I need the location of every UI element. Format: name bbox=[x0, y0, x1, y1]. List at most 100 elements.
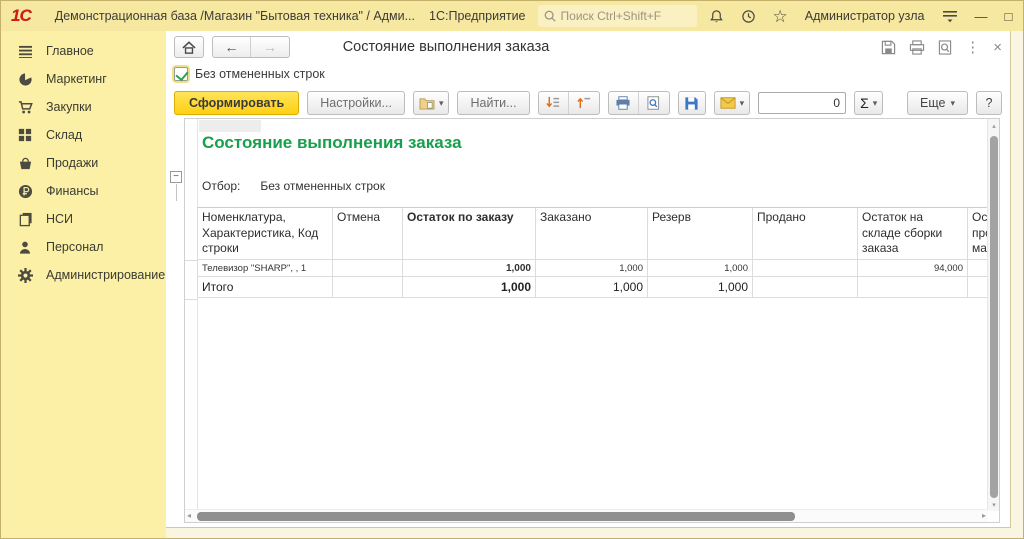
scroll-up-icon[interactable]: ▴ bbox=[990, 122, 998, 130]
save-result-button[interactable] bbox=[678, 91, 706, 115]
scroll-left-icon[interactable]: ◂ bbox=[187, 511, 191, 520]
table-cell bbox=[333, 260, 403, 277]
sidebar-item-purchases[interactable]: Закупки bbox=[1, 93, 166, 121]
col-header: Заказано bbox=[536, 207, 648, 260]
notifications-bell-icon[interactable] bbox=[709, 9, 724, 24]
total-cell: 1,000 bbox=[648, 277, 753, 298]
sidebar-item-warehouse[interactable]: Склад bbox=[1, 121, 166, 149]
collapse-group-button[interactable]: − bbox=[170, 171, 182, 183]
vertical-scrollbar[interactable]: ▴ ▾ bbox=[987, 119, 999, 511]
save-icon[interactable] bbox=[881, 40, 896, 55]
home-button[interactable] bbox=[174, 36, 204, 58]
print-icon[interactable] bbox=[909, 40, 925, 55]
sidebar-item-administration[interactable]: Администрирование bbox=[1, 261, 166, 289]
col-header: Продано bbox=[753, 207, 858, 260]
col-header: Остаток по заказу bbox=[403, 207, 536, 260]
sum-button[interactable]: Σ ▾ bbox=[854, 91, 883, 115]
row-divider bbox=[185, 299, 197, 300]
horizontal-scrollbar[interactable]: ◂ ▸ bbox=[185, 509, 988, 522]
envelope-icon bbox=[720, 97, 736, 109]
settings-button[interactable]: Настройки... bbox=[307, 91, 405, 115]
help-button[interactable]: ? bbox=[976, 91, 1002, 115]
current-user[interactable]: Администратор узла bbox=[805, 9, 925, 23]
preview-icon bbox=[647, 96, 660, 110]
back-button[interactable]: ← bbox=[213, 37, 251, 57]
cart-icon bbox=[17, 99, 33, 115]
col-header: Номенклатура, Характеристика, Код строки bbox=[197, 207, 333, 260]
group-bracket-line bbox=[176, 184, 177, 201]
person-icon bbox=[17, 239, 33, 255]
vertical-scroll-thumb[interactable] bbox=[990, 136, 998, 498]
back-arrow-icon: ← bbox=[225, 39, 239, 55]
sidebar-item-main[interactable]: Главное bbox=[1, 37, 166, 65]
grouping-buttons bbox=[538, 91, 600, 115]
home-icon bbox=[182, 41, 196, 54]
report-form-window: ← → Состояние выполнения заказа ⋮ × bbox=[166, 31, 1011, 528]
report-toolbar: Сформировать Настройки... ▾ Найти... bbox=[166, 87, 1010, 119]
database-title: Демонстрационная база /Магазин "Бытовая … bbox=[55, 9, 415, 23]
form-header: ← → Состояние выполнения заказа ⋮ × bbox=[166, 31, 1010, 63]
close-form-icon[interactable]: × bbox=[993, 39, 1002, 56]
app-name: 1С:Предприятие bbox=[429, 9, 526, 23]
generate-button[interactable]: Сформировать bbox=[174, 91, 299, 115]
favorites-star-icon[interactable]: ☆ bbox=[773, 8, 788, 25]
expand-groups-button[interactable] bbox=[539, 92, 569, 114]
top-bar: 1С Демонстрационная база /Магазин "Бытов… bbox=[1, 1, 1023, 31]
more-menu-icon[interactable]: ⋮ bbox=[965, 38, 980, 56]
service-menu-icon[interactable] bbox=[942, 9, 958, 23]
col-header: Отмена bbox=[333, 207, 403, 260]
scroll-right-icon[interactable]: ▸ bbox=[982, 511, 986, 520]
find-button[interactable]: Найти... bbox=[457, 91, 529, 115]
grid-icon bbox=[17, 127, 33, 143]
sidebar-item-personnel[interactable]: Персонал bbox=[1, 233, 166, 261]
filter-value: Без отмененных строк bbox=[260, 179, 385, 193]
table-cell: 1,000 bbox=[536, 260, 648, 277]
report-spreadsheet: − Состояние выполнения заказа Отбор: Без… bbox=[184, 118, 1000, 523]
forward-button[interactable]: → bbox=[251, 37, 289, 57]
no-cancelled-rows-checkbox[interactable] bbox=[174, 67, 188, 81]
form-title: Состояние выполнения заказа bbox=[296, 39, 596, 55]
report-table: Номенклатура, Характеристика, Код строки… bbox=[197, 207, 993, 298]
total-cell bbox=[858, 277, 968, 298]
printer-icon bbox=[615, 96, 631, 110]
total-cell: Итого bbox=[197, 277, 333, 298]
table-cell: Телевизор "SHARP", , 1 bbox=[197, 260, 333, 277]
table-cell: 1,000 bbox=[648, 260, 753, 277]
print-buttons bbox=[608, 91, 670, 115]
sidebar-item-sales[interactable]: Продажи bbox=[1, 149, 166, 177]
minimize-button[interactable]: — bbox=[975, 9, 988, 24]
col-header: Остаток на складе сборки заказа bbox=[858, 207, 968, 260]
more-button[interactable]: Еще ▾ bbox=[907, 91, 968, 115]
search-input[interactable] bbox=[561, 9, 691, 23]
maximize-button[interactable]: □ bbox=[1005, 9, 1013, 24]
total-cell: 1,000 bbox=[536, 277, 648, 298]
dropdown-arrow-icon: ▾ bbox=[439, 98, 444, 109]
forward-arrow-icon: → bbox=[263, 39, 277, 55]
report-variants-button[interactable]: ▾ bbox=[413, 91, 450, 115]
sidebar-item-nsi[interactable]: НСИ bbox=[1, 205, 166, 233]
print-button[interactable] bbox=[609, 92, 639, 114]
basket-icon bbox=[17, 155, 33, 171]
global-search[interactable] bbox=[538, 5, 697, 27]
1c-logo: 1С bbox=[11, 6, 31, 26]
print-preview-icon[interactable] bbox=[938, 40, 952, 55]
sidebar-item-marketing[interactable]: Маркетинг bbox=[1, 65, 166, 93]
nav-history-buttons: ← → bbox=[212, 36, 290, 58]
preview-button[interactable] bbox=[639, 92, 669, 114]
collapse-groups-icon bbox=[577, 96, 591, 110]
search-icon bbox=[544, 10, 556, 22]
checkbox-label: Без отмененных строк bbox=[195, 67, 325, 81]
gear-icon bbox=[17, 267, 33, 283]
table-cell bbox=[753, 260, 858, 277]
collapse-groups-button[interactable] bbox=[569, 92, 599, 114]
menu-lines-icon bbox=[17, 43, 33, 59]
autosum-field[interactable] bbox=[758, 92, 846, 114]
pages-icon bbox=[17, 211, 33, 227]
table-cell: 1,000 bbox=[403, 260, 536, 277]
history-icon[interactable] bbox=[741, 9, 756, 24]
send-email-button[interactable]: ▾ bbox=[714, 91, 751, 115]
sidebar-item-finance[interactable]: Финансы bbox=[1, 177, 166, 205]
scroll-down-icon[interactable]: ▾ bbox=[990, 501, 998, 509]
horizontal-scroll-thumb[interactable] bbox=[197, 512, 795, 521]
dropdown-arrow-icon: ▾ bbox=[950, 98, 955, 109]
